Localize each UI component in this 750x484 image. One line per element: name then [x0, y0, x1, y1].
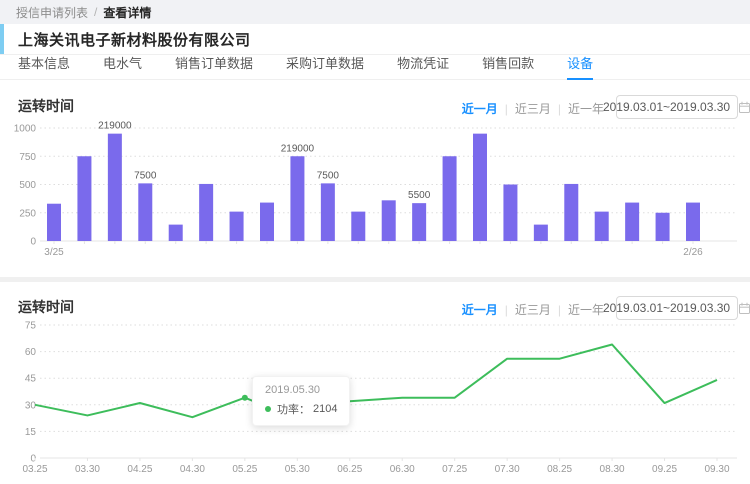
tab-equipment[interactable]: 设备: [567, 55, 593, 79]
tooltip-date: 2019.05.30: [265, 384, 337, 396]
x-tick-label: 08.25: [547, 464, 572, 475]
line-series[interactable]: [35, 345, 717, 419]
x-tick-label: 07.30: [495, 464, 520, 475]
bar[interactable]: [169, 225, 183, 241]
bar[interactable]: [382, 200, 396, 241]
range-last-month[interactable]: 近一月: [462, 100, 498, 117]
x-tick-label: 3/25: [44, 247, 64, 258]
y-tick-label: 30: [25, 400, 37, 411]
breadcrumb: 授信申请列表 / 查看详情: [0, 0, 750, 24]
x-tick-label: 2/26: [683, 247, 703, 258]
runtime-line-chart-card: 运转时间 近一月 | 近三月 | 近一年 2019.03.01~2019.03.…: [0, 282, 750, 484]
bar[interactable]: [47, 204, 61, 241]
bar-value-label: 219000: [281, 143, 315, 154]
chart-title: 运转时间: [18, 96, 74, 116]
y-tick-label: 250: [19, 208, 36, 219]
bar[interactable]: [138, 183, 152, 241]
calendar-icon: [738, 302, 750, 315]
y-tick-label: 15: [25, 427, 37, 438]
bar[interactable]: [656, 213, 670, 241]
bar[interactable]: [351, 212, 365, 241]
y-tick-label: 0: [30, 454, 36, 465]
bar[interactable]: [108, 134, 122, 241]
runtime-line-chart[interactable]: 0 15 30 45 60 75 03.25 03.30 04.25 04.30 05.25 05.3…: [0, 315, 750, 481]
tab-purchase-orders[interactable]: 采购订单数据: [286, 55, 364, 79]
series-dot-icon: [265, 406, 271, 412]
y-tick-label: 75: [25, 321, 37, 332]
bar[interactable]: [564, 184, 578, 241]
chart-title: 运转时间: [18, 297, 74, 317]
bar[interactable]: [443, 156, 457, 241]
runtime-bar-chart-card: 运转时间 近一月 | 近三月 | 近一年 2019.03.01~2019.03.…: [0, 81, 750, 277]
time-range-selector: 近一月 | 近三月 | 近一年: [462, 100, 604, 117]
x-tick-label: 07.25: [442, 464, 467, 475]
tab-basic-info[interactable]: 基本信息: [18, 55, 70, 79]
tooltip-value: 2104: [313, 403, 337, 415]
calendar-icon: [738, 101, 750, 114]
bar[interactable]: [199, 184, 213, 241]
tab-utilities[interactable]: 电水气: [103, 55, 142, 79]
tab-sales-orders[interactable]: 销售订单数据: [175, 55, 253, 79]
y-tick-label: 60: [25, 347, 37, 358]
range-separator: |: [505, 102, 508, 116]
bar[interactable]: [77, 156, 91, 241]
bar[interactable]: [686, 203, 700, 241]
y-tick-label: 1000: [14, 124, 37, 135]
bar-value-label: 7500: [317, 170, 340, 181]
bar[interactable]: [503, 185, 517, 242]
tab-sales-collections[interactable]: 销售回款: [482, 55, 534, 79]
y-tick-label: 500: [19, 180, 36, 191]
breadcrumb-separator: /: [94, 5, 97, 19]
x-tick-label: 05.30: [285, 464, 310, 475]
bar[interactable]: [321, 183, 335, 241]
x-tick-label: 08.30: [600, 464, 625, 475]
tab-logistics-docs[interactable]: 物流凭证: [397, 55, 449, 79]
bar[interactable]: [260, 203, 274, 241]
date-range-value: 2019.03.01~2019.03.30: [603, 100, 730, 114]
bar[interactable]: [230, 212, 244, 241]
x-tick-label: 03.25: [22, 464, 47, 475]
page-title-row: 上海关讯电子新材料股份有限公司: [0, 24, 750, 55]
x-tick-label: 05.25: [232, 464, 257, 475]
y-tick-label: 45: [25, 374, 37, 385]
date-range-value: 2019.03.01~2019.03.30: [603, 301, 730, 315]
bar[interactable]: [412, 203, 426, 241]
bar[interactable]: [534, 225, 548, 241]
x-tick-label: 03.30: [75, 464, 100, 475]
breadcrumb-current: 查看详情: [103, 4, 151, 21]
bar-value-label: 5500: [408, 190, 431, 201]
page-title: 上海关讯电子新材料股份有限公司: [18, 29, 251, 50]
tooltip-series-label: 功率：: [277, 401, 310, 417]
bar[interactable]: [595, 212, 609, 241]
chart-tooltip: 2019.05.30 功率： 2104: [252, 376, 350, 426]
x-tick-label: 06.25: [337, 464, 362, 475]
x-tick-label: 04.25: [127, 464, 152, 475]
x-tick-label: 09.30: [704, 464, 729, 475]
bar-value-label: 219000: [98, 121, 132, 132]
range-separator: |: [558, 102, 561, 116]
x-tick-label: 09.25: [652, 464, 677, 475]
range-last-quarter[interactable]: 近三月: [515, 100, 551, 117]
y-tick-label: 0: [30, 237, 36, 248]
title-accent-strip: [0, 24, 4, 54]
highlighted-point[interactable]: [242, 395, 248, 401]
x-tick-label: 06.30: [390, 464, 415, 475]
range-last-year[interactable]: 近一年: [568, 100, 604, 117]
bar-value-label: 7500: [134, 170, 157, 181]
bar[interactable]: [473, 134, 487, 241]
y-tick-label: 750: [19, 152, 36, 163]
bar[interactable]: [290, 156, 304, 241]
x-tick-label: 04.30: [180, 464, 205, 475]
date-range-picker[interactable]: 2019.03.01~2019.03.30: [616, 95, 738, 119]
breadcrumb-parent-link[interactable]: 授信申请列表: [16, 4, 88, 21]
runtime-bar-chart[interactable]: 0 250 500 750 1000 219000 7500 219000 7500 5500 3/…: [0, 118, 750, 268]
tab-bar: 基本信息 电水气 销售订单数据 采购订单数据 物流凭证 销售回款 设备: [0, 55, 750, 80]
bar[interactable]: [625, 203, 639, 241]
